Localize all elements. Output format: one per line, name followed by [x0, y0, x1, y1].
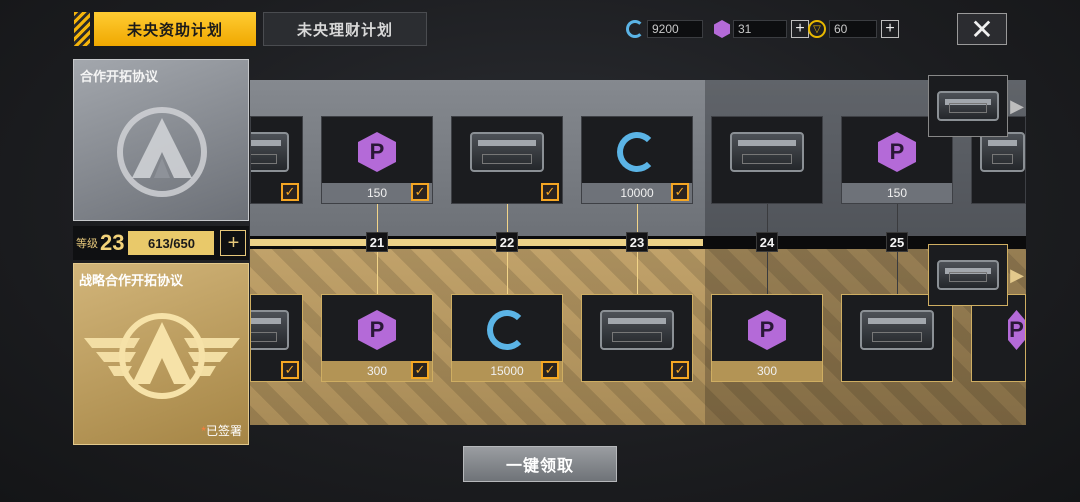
currency-p-coin: 31 +: [714, 18, 809, 40]
p-coin-icon: P: [358, 310, 396, 350]
premium-reward-card[interactable]: P 300 ✓: [321, 294, 433, 382]
chevron-right-icon[interactable]: ▶: [1010, 95, 1024, 117]
currency-token: ▽ 60 +: [808, 18, 899, 40]
crate-icon: [937, 260, 999, 290]
close-button[interactable]: ✕: [957, 13, 1007, 45]
claimed-check-icon: ✓: [281, 361, 299, 379]
signed-status: *已签署: [201, 422, 242, 439]
g-coin-amount: 9200: [647, 20, 703, 38]
claimed-check-icon: ✓: [411, 361, 429, 379]
crate-icon: [600, 310, 674, 350]
close-icon: ✕: [970, 13, 994, 45]
currency-g-coin: 9200: [626, 18, 703, 40]
crate-icon: [470, 132, 544, 172]
level-marker: 22: [496, 232, 518, 252]
claimed-check-icon: ✓: [541, 183, 559, 201]
level-marker: 25: [886, 232, 908, 252]
add-token-button[interactable]: +: [881, 20, 899, 38]
claim-all-button[interactable]: 一键领取: [463, 446, 617, 482]
token-icon: ▽: [808, 20, 826, 38]
g-coin-icon: [626, 20, 644, 38]
p-coin-icon: P: [748, 310, 786, 350]
crate-icon: [937, 91, 999, 121]
basic-reward-card[interactable]: [711, 116, 823, 204]
next-milestone-basic-preview[interactable]: [928, 75, 1008, 137]
premium-reward-card[interactable]: 15000 ✓: [451, 294, 563, 382]
level-bar: 等级 23 613/650 +: [73, 226, 249, 260]
g-coin-icon: [617, 132, 657, 172]
premium-reward-card[interactable]: [841, 294, 953, 382]
tab-finance-plan[interactable]: 未央理财计划: [263, 12, 427, 46]
chevron-right-icon[interactable]: ▶: [1010, 264, 1024, 286]
claimed-check-icon: ✓: [541, 361, 559, 379]
p-coin-icon: P: [878, 132, 916, 172]
premium-reward-card[interactable]: ✓: [581, 294, 693, 382]
crate-icon: [980, 132, 1025, 172]
premium-pass-emblem-icon: [84, 313, 240, 399]
next-milestone-premium-preview[interactable]: [928, 244, 1008, 306]
premium-reward-card[interactable]: ✓: [250, 294, 303, 382]
level-marker: 23: [626, 232, 648, 252]
premium-reward-card[interactable]: P 300: [711, 294, 823, 382]
claimed-check-icon: ✓: [671, 361, 689, 379]
p-coin-icon: P: [1008, 310, 1025, 350]
claimed-check-icon: ✓: [281, 183, 299, 201]
basic-reward-card[interactable]: ✓: [250, 116, 303, 204]
basic-pass-panel[interactable]: 合作开拓协议: [73, 59, 249, 221]
reward-count: 150: [842, 183, 952, 203]
exp-progress: 613/650: [128, 231, 215, 255]
tab-sponsorship-plan[interactable]: 未央资助计划: [94, 12, 256, 46]
level-label: 等级: [76, 238, 98, 250]
g-coin-icon: [487, 310, 527, 350]
p-coin-amount: 31: [733, 20, 787, 38]
buy-level-button[interactable]: +: [220, 230, 247, 256]
claimed-check-icon: ✓: [671, 183, 689, 201]
p-coin-icon: P: [358, 132, 396, 172]
signed-text: 已签署: [205, 424, 242, 438]
token-amount: 60: [829, 20, 877, 38]
basic-pass-emblem-icon: [117, 107, 207, 197]
p-coin-icon: [714, 20, 730, 38]
crate-icon: [730, 132, 804, 172]
premium-pass-panel[interactable]: 战略合作开拓协议 *已签署: [73, 263, 249, 445]
basic-reward-card[interactable]: 10000 ✓: [581, 116, 693, 204]
crate-icon: [251, 310, 289, 350]
reward-count: 300: [712, 361, 822, 381]
crate-icon: [251, 132, 289, 172]
crate-icon: [860, 310, 934, 350]
level-marker: 24: [756, 232, 778, 252]
basic-reward-card[interactable]: P 150 ✓: [321, 116, 433, 204]
level-marker: 21: [366, 232, 388, 252]
tab-accent-stripe: [74, 12, 90, 46]
level-value: 23: [100, 230, 125, 255]
basic-reward-card[interactable]: ✓: [451, 116, 563, 204]
battle-pass-screen: 未央资助计划 未央理财计划 9200 31 + ▽ 60 + ✕ 合作开拓协议 …: [0, 0, 1080, 502]
add-p-coin-button[interactable]: +: [791, 20, 809, 38]
claimed-check-icon: ✓: [411, 183, 429, 201]
premium-reward-card[interactable]: P: [971, 294, 1026, 382]
